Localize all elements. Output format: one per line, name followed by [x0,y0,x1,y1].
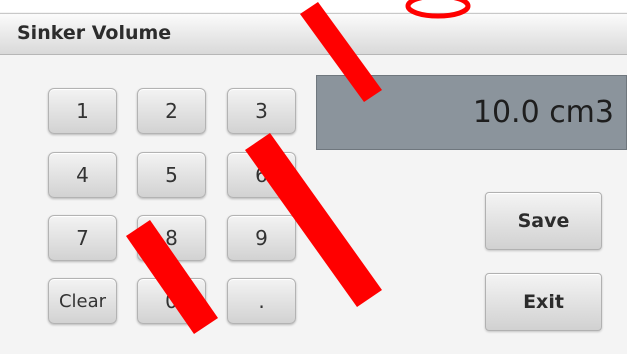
clear-button[interactable]: Clear [48,278,117,324]
key-7[interactable]: 7 [48,215,117,261]
key-2[interactable]: 2 [137,88,206,134]
top-strip [0,0,627,12]
key-3[interactable]: 3 [227,88,296,134]
title-bar: Sinker Volume [0,13,627,55]
key-9[interactable]: 9 [227,215,296,261]
display-value: 10.0 cm3 [472,95,614,130]
decimal-point-key[interactable]: . [227,278,296,324]
key-8[interactable]: 8 [137,215,206,261]
key-6[interactable]: 6 [227,152,296,198]
key-4[interactable]: 4 [48,152,117,198]
key-5[interactable]: 5 [137,152,206,198]
value-display: 10.0 cm3 [316,75,627,150]
save-button[interactable]: Save [485,192,602,250]
key-0[interactable]: 0 [137,278,206,324]
page-title: Sinker Volume [17,22,172,44]
sinker-volume-screen: Sinker Volume 1 2 3 4 5 6 7 8 9 Clear 0 … [0,0,627,354]
exit-button[interactable]: Exit [485,273,602,331]
key-1[interactable]: 1 [48,88,117,134]
